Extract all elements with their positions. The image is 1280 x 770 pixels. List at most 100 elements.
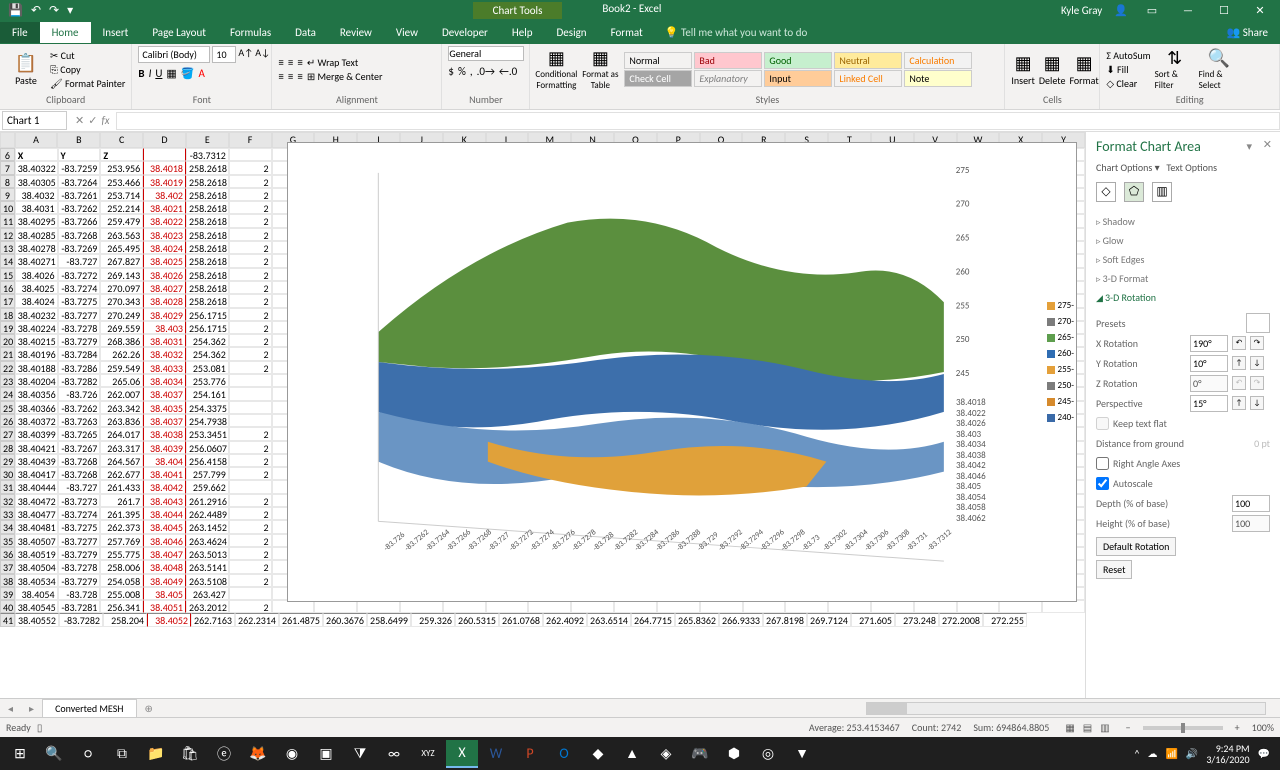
app-icon[interactable]: ▣ [310,740,342,768]
taskbar-clock[interactable]: 9:24 PM3/16/2020 [1206,743,1249,765]
edge-icon[interactable]: ⓔ [208,740,240,768]
page-break-view-icon[interactable]: ▥ [1096,721,1113,734]
persp-up-icon[interactable]: ↑ [1232,396,1246,410]
tab-home[interactable]: Home [40,22,91,43]
align-bot-icon[interactable]: ≡ [297,56,302,69]
align-right-icon[interactable]: ≡ [297,70,302,83]
pane-menu-icon[interactable]: ▾ [1246,140,1252,153]
tab-formulas[interactable]: Formulas [218,22,283,43]
clear-button[interactable]: ◇ Clear [1106,77,1150,90]
tab-view[interactable]: View [384,22,430,43]
sheet-tab-converted-mesh[interactable]: Converted MESH [42,699,136,717]
discord-icon[interactable]: 🎮 [684,740,716,768]
user-avatar-icon[interactable]: 👤 [1114,4,1128,17]
tab-file[interactable]: File [0,22,40,43]
cut-button[interactable]: ✂ Cut [50,49,125,62]
section-3d-format[interactable]: 3-D Format [1096,269,1270,288]
tab-review[interactable]: Review [328,22,384,43]
depth-input[interactable] [1232,495,1270,512]
underline-button[interactable]: U [155,67,162,80]
align-top-icon[interactable]: ≡ [278,56,283,69]
maximize-icon[interactable]: ☐ [1212,4,1236,17]
ppt-icon[interactable]: P [514,740,546,768]
fill-button[interactable]: ⬇ Fill [1106,63,1150,76]
merge-center-button[interactable]: ⊞ Merge & Center [307,70,383,83]
task-view-icon[interactable]: ⧉ [106,740,138,768]
formula-bar[interactable] [116,112,1280,130]
border-button[interactable]: ▦ [166,67,176,80]
size-props-tab-icon[interactable]: ▥ [1152,182,1172,202]
ribbon-display-icon[interactable]: ▭ [1140,4,1164,17]
autoscale-checkbox[interactable] [1096,477,1109,490]
persp-down-icon[interactable]: ↓ [1250,396,1264,410]
zoom-slider[interactable] [1143,726,1223,730]
format-as-table-button[interactable]: ▦Format as Table [580,47,620,91]
cancel-formula-icon[interactable]: ✕ [75,114,84,127]
vs-icon[interactable]: ∞ [378,740,410,768]
x-rot-left-icon[interactable]: ↶ [1232,336,1246,350]
save-icon[interactable]: 💾 [8,3,23,18]
x-rotation-input[interactable] [1190,335,1228,352]
fill-color-button[interactable]: 🪣 [181,67,195,80]
presets-button[interactable] [1246,313,1270,333]
y-rotation-input[interactable] [1190,355,1228,372]
enter-formula-icon[interactable]: ✓ [88,114,97,127]
qat-customize-icon[interactable]: ▾ [67,3,73,18]
x-rot-right-icon[interactable]: ↷ [1250,336,1264,350]
bold-button[interactable]: B [138,67,144,80]
dec-decimal-icon[interactable]: ←.0 [499,65,517,78]
align-mid-icon[interactable]: ≡ [288,56,293,69]
effects-tab-icon[interactable]: ⬠ [1124,182,1144,202]
store-icon[interactable]: 🛍 [174,740,206,768]
sheet-nav-prev-icon[interactable]: ◂ [0,702,21,715]
format-cells-button[interactable]: ▦Format [1069,52,1098,87]
tab-help[interactable]: Help [500,22,545,43]
share-button[interactable]: 👥 Share [1215,22,1280,43]
insert-cells-button[interactable]: ▦Insert [1011,52,1035,87]
zoom-in-icon[interactable]: + [1235,721,1240,734]
font-size-input[interactable] [212,46,236,63]
perspective-input[interactable] [1190,395,1228,412]
vscode-icon[interactable]: ⧩ [344,740,376,768]
tab-design[interactable]: Design [545,22,599,43]
user-name[interactable]: Kyle Gray [1061,4,1102,17]
fill-line-tab-icon[interactable]: ◇ [1096,182,1116,202]
start-icon[interactable]: ⊞ [4,740,36,768]
delete-cells-button[interactable]: ▦Delete [1039,52,1066,87]
y-rot-up-icon[interactable]: ↑ [1232,356,1246,370]
horizontal-scrollbar[interactable] [866,702,1266,715]
app2-icon[interactable]: ◆ [582,740,614,768]
wrap-text-button[interactable]: ↵ Wrap Text [307,56,383,69]
name-box[interactable] [2,111,67,130]
tab-data[interactable]: Data [283,22,328,43]
redo-icon[interactable]: ↷ [49,3,59,18]
section-3d-rotation[interactable]: 3-D Rotation [1096,288,1270,307]
undo-icon[interactable]: ↶ [31,3,41,18]
app4-icon[interactable]: ◈ [650,740,682,768]
section-soft-edges[interactable]: Soft Edges [1096,250,1270,269]
outlook-icon[interactable]: O [548,740,580,768]
default-rotation-button[interactable]: Default Rotation [1096,537,1176,556]
format-painter-button[interactable]: 🖌 Format Painter [50,77,125,90]
search-icon[interactable]: 🔍 [38,740,70,768]
currency-icon[interactable]: $ [448,65,454,78]
close-icon[interactable]: ✕ [1248,4,1272,17]
cell-styles-gallery[interactable]: Normal Bad Good Neutral Calculation Chec… [624,52,972,87]
firefox-icon[interactable]: 🦊 [242,740,274,768]
number-format-select[interactable] [448,46,524,61]
app3-icon[interactable]: ▲ [616,740,648,768]
conditional-formatting-button[interactable]: ▦Conditional Formatting [536,47,576,91]
tell-me[interactable]: 💡 Tell me what you want to do [665,26,808,39]
tray-cloud-icon[interactable]: ☁ [1147,747,1157,760]
italic-button[interactable]: I [149,67,152,80]
grow-font-icon[interactable]: A↑ [238,46,253,63]
tab-developer[interactable]: Developer [430,22,500,43]
tab-page-layout[interactable]: Page Layout [140,22,218,43]
comma-icon[interactable]: , [470,65,473,78]
tab-format[interactable]: Format [599,22,655,43]
tray-wifi-icon[interactable]: 📶 [1165,747,1177,760]
y-rot-down-icon[interactable]: ↓ [1250,356,1264,370]
normal-view-icon[interactable]: ▦ [1061,721,1078,734]
notifications-icon[interactable]: 💬 [1258,747,1270,760]
excel-icon[interactable]: X [446,740,478,768]
